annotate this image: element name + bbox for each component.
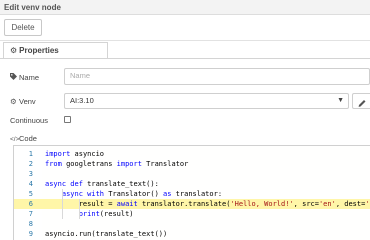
code-line: 3 — [14, 169, 370, 179]
line-number: 7 — [28, 210, 33, 218]
code-line: 9 asyncio.run(translate_text()) — [14, 229, 370, 239]
edit-venv-button[interactable] — [352, 93, 370, 109]
code-label: </>Code — [10, 134, 37, 143]
line-number: 3 — [28, 170, 33, 178]
code-text: asyncio.run(translate_text()) — [45, 230, 168, 238]
code-line: 8 — [14, 219, 370, 229]
tab-properties[interactable]: ⚙ Properties — [3, 42, 108, 58]
name-label: Name — [10, 73, 39, 82]
gears-icon: ⚙ — [10, 97, 17, 106]
code-line: 2 from googletrans import Translator — [14, 159, 370, 169]
venv-value: AI:3.10 — [70, 96, 94, 105]
continuous-label: Continuous — [10, 116, 48, 125]
chevron-down-icon: ▼ — [337, 97, 344, 104]
code-text: async with Translator() as translator: — [61, 190, 223, 198]
code-text: print(result) — [78, 210, 134, 218]
line-number: 5 — [28, 190, 33, 198]
line-number: 6 — [28, 200, 33, 208]
code-line: 1 import asyncio — [14, 149, 370, 159]
code-editor[interactable]: 1 import asyncio 2 from googletrans import … — [13, 145, 370, 240]
toolbar-divider — [0, 40, 370, 41]
tab-divider — [0, 58, 370, 59]
continuous-checkbox[interactable] — [64, 116, 71, 123]
line-number: 8 — [28, 220, 33, 228]
code-text: import asyncio — [45, 150, 105, 158]
indent-guide — [61, 189, 63, 219]
venv-label: ⚙ Venv — [10, 97, 36, 106]
pencil-icon — [358, 100, 366, 107]
tab-properties-label: Properties — [19, 46, 59, 55]
delete-button[interactable]: Delete — [4, 19, 42, 36]
line-number: 4 — [28, 180, 33, 188]
code-icon: </> — [10, 136, 20, 143]
dialog-title: Edit venv node — [0, 0, 370, 15]
name-input[interactable]: Name — [64, 68, 370, 85]
code-line: 7 print(result) — [14, 209, 370, 219]
indent-guide — [78, 199, 80, 219]
tag-icon — [10, 73, 19, 82]
code-text: from googletrans import Translator — [45, 160, 189, 168]
gear-icon: ⚙ — [10, 46, 18, 55]
line-number: 9 — [28, 230, 33, 238]
line-number: 1 — [28, 150, 33, 158]
code-line: 6 result = await translator.translate('H… — [14, 199, 370, 209]
line-number: 2 — [28, 160, 33, 168]
venv-select[interactable]: AI:3.10 ▼ — [64, 93, 349, 109]
code-text: result = await translator.translate('Hel… — [45, 200, 370, 208]
code-line: 4 async def translate_text(): — [14, 179, 370, 189]
code-text: async def translate_text(): — [45, 180, 159, 188]
code-line: 5 async with Translator() as translator: — [14, 189, 370, 199]
